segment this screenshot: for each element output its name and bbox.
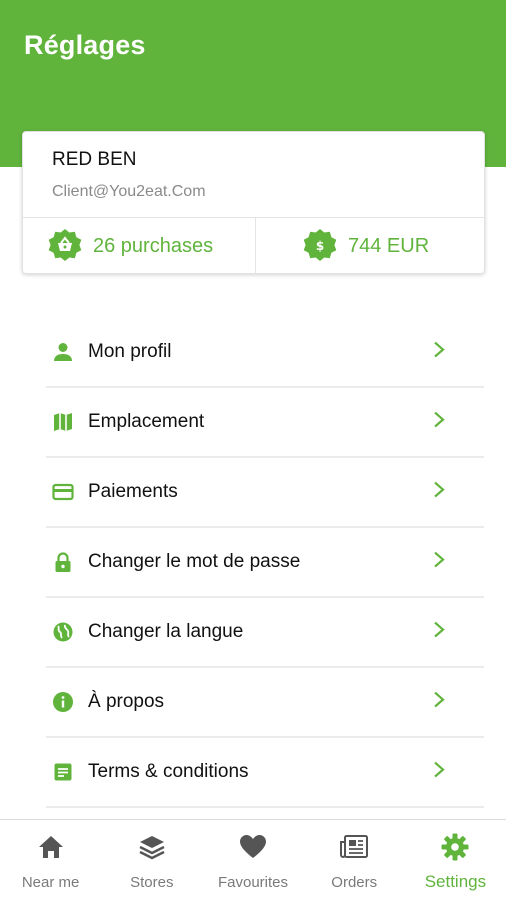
page-title: Réglages bbox=[24, 30, 146, 60]
menu-item-label: Emplacement bbox=[88, 411, 205, 432]
menu-item-label: À propos bbox=[88, 691, 165, 712]
layers-icon bbox=[137, 832, 167, 862]
profile-card: RED BEN Client@You2eat.Com 26 purchases … bbox=[22, 131, 485, 274]
lock-icon bbox=[52, 551, 74, 573]
menu-item-payments[interactable]: Paiements bbox=[46, 458, 484, 528]
chevron-right-icon bbox=[434, 691, 445, 708]
total-spent: 744 EUR bbox=[348, 234, 430, 257]
tab-near-me[interactable]: Near me bbox=[0, 820, 101, 900]
home-icon bbox=[36, 832, 66, 862]
menu-item-change-password[interactable]: Changer le mot de passe bbox=[46, 528, 484, 598]
svg-text:$: $ bbox=[316, 239, 324, 253]
user-name: RED BEN bbox=[52, 149, 137, 170]
chevron-right-icon bbox=[434, 551, 445, 568]
chevron-right-icon bbox=[434, 341, 445, 358]
dollar-badge-icon: $ bbox=[302, 228, 338, 264]
menu-item-change-language[interactable]: Changer la langue bbox=[46, 598, 484, 668]
document-icon bbox=[52, 761, 74, 783]
menu-item-location[interactable]: Emplacement bbox=[46, 388, 484, 458]
menu-item-label: Changer le mot de passe bbox=[88, 551, 301, 572]
purchases-count: 26 purchases bbox=[93, 234, 214, 257]
tab-label: Orders bbox=[331, 874, 378, 891]
settings-menu: Mon profil Emplacement Paiements Changer… bbox=[46, 318, 484, 808]
gear-icon bbox=[440, 832, 470, 862]
person-icon bbox=[52, 341, 74, 363]
chevron-right-icon bbox=[434, 481, 445, 498]
tab-label: Stores bbox=[130, 874, 174, 891]
tab-stores[interactable]: Stores bbox=[101, 820, 202, 900]
tab-favourites[interactable]: Favourites bbox=[202, 820, 303, 900]
menu-item-profile[interactable]: Mon profil bbox=[46, 318, 484, 388]
credit-card-icon bbox=[52, 481, 74, 503]
tab-label: Favourites bbox=[217, 874, 289, 891]
divider bbox=[255, 218, 256, 274]
chevron-right-icon bbox=[434, 411, 445, 428]
basket-badge-icon bbox=[47, 228, 83, 264]
purchases-stat[interactable]: 26 purchases bbox=[47, 218, 213, 274]
menu-item-label: Mon profil bbox=[88, 341, 172, 362]
total-spent-stat[interactable]: $ 744 EUR bbox=[302, 218, 429, 274]
bottom-tab-bar: Near me Stores Favourites Orders Setting… bbox=[0, 819, 506, 900]
chevron-right-icon bbox=[434, 621, 445, 638]
tab-label: Near me bbox=[21, 874, 80, 891]
globe-icon bbox=[52, 621, 74, 643]
chevron-right-icon bbox=[434, 761, 445, 778]
menu-item-label: Paiements bbox=[88, 481, 178, 502]
map-icon bbox=[52, 411, 74, 433]
tab-orders[interactable]: Orders bbox=[304, 820, 405, 900]
info-icon bbox=[52, 691, 74, 713]
menu-item-label: Changer la langue bbox=[88, 621, 244, 642]
heart-icon bbox=[238, 832, 268, 862]
newspaper-icon bbox=[339, 832, 369, 862]
tab-label: Settings bbox=[424, 872, 487, 891]
menu-item-about[interactable]: À propos bbox=[46, 668, 484, 738]
menu-item-terms[interactable]: Terms & conditions bbox=[46, 738, 484, 808]
user-email: Client@You2eat.Com bbox=[52, 183, 206, 200]
menu-item-label: Terms & conditions bbox=[88, 761, 249, 782]
tab-settings[interactable]: Settings bbox=[405, 820, 506, 900]
